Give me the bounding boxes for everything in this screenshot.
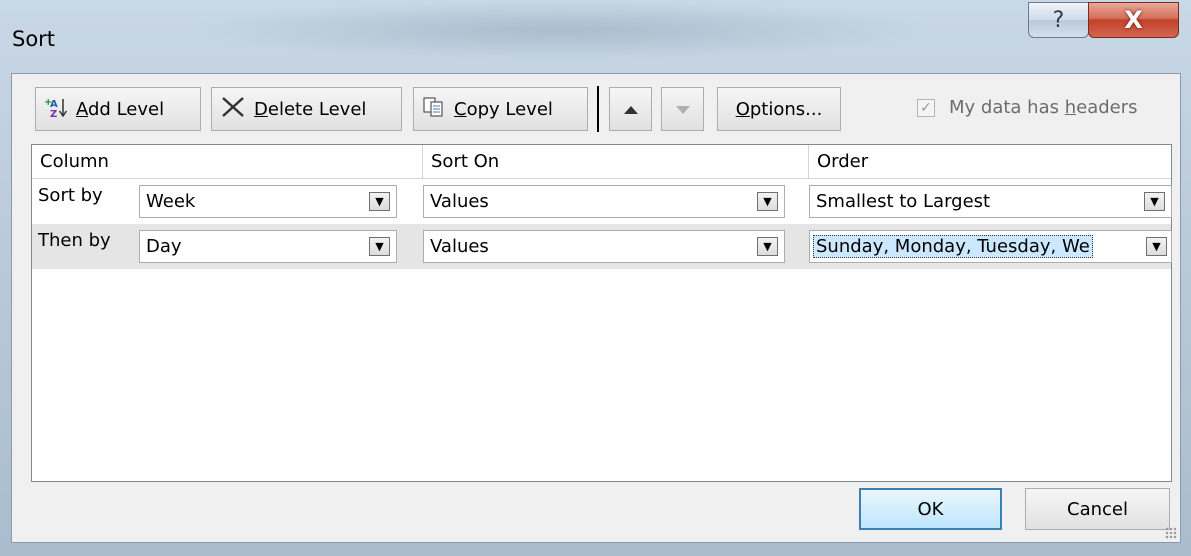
- close-button[interactable]: X: [1088, 2, 1179, 38]
- column-header-sort-on: Sort On: [423, 145, 809, 179]
- sort-on-value: Values: [430, 191, 489, 212]
- svg-text:Z: Z: [50, 109, 57, 118]
- headers-label: My data has headers: [949, 97, 1138, 118]
- triangle-up-icon: [623, 99, 639, 120]
- column-combo[interactable]: Day ▼: [139, 230, 397, 263]
- row-label: Sort by: [38, 185, 103, 206]
- delete-x-icon: [220, 95, 246, 124]
- delete-level-label: Delete Level: [254, 98, 367, 120]
- copy-icon: [422, 96, 446, 123]
- dialog-window: Sort ? X + A Z Add Level Delete Level Co…: [0, 0, 1191, 556]
- add-level-label: Add Level: [76, 98, 165, 120]
- column-header-order: Order: [809, 145, 1171, 179]
- help-button[interactable]: ?: [1028, 2, 1089, 38]
- sort-levels-grid: Column Sort On Order Sort by Week ▼ Valu…: [31, 144, 1172, 482]
- sort-az-icon: + A Z: [44, 96, 68, 123]
- cancel-button[interactable]: Cancel: [1025, 488, 1170, 530]
- dropdown-arrow-icon[interactable]: ▼: [1146, 237, 1167, 256]
- resize-grip-icon[interactable]: [1165, 527, 1177, 539]
- sort-on-combo[interactable]: Values ▼: [423, 230, 785, 263]
- order-value: Sunday, Monday, Tuesday, We: [813, 235, 1093, 258]
- column-value: Day: [146, 236, 182, 257]
- order-combo[interactable]: Sunday, Monday, Tuesday, We ▼: [809, 230, 1172, 263]
- column-value: Week: [146, 191, 196, 212]
- headers-checkbox[interactable]: ✓: [917, 98, 935, 117]
- column-combo[interactable]: Week ▼: [139, 185, 397, 218]
- add-level-button[interactable]: + A Z Add Level: [35, 87, 201, 131]
- help-icon: ?: [1052, 7, 1065, 33]
- dropdown-arrow-icon[interactable]: ▼: [1144, 192, 1165, 211]
- dialog-body: + A Z Add Level Delete Level Copy Level …: [11, 73, 1181, 543]
- dropdown-arrow-icon[interactable]: ▼: [369, 192, 390, 211]
- column-header-column: Column: [32, 145, 423, 179]
- sort-on-value: Values: [430, 236, 489, 257]
- options-button[interactable]: Options...: [717, 87, 841, 131]
- dropdown-arrow-icon[interactable]: ▼: [369, 237, 390, 256]
- order-combo[interactable]: Smallest to Largest ▼: [809, 185, 1172, 218]
- sort-level-row[interactable]: Then by Day ▼ Values ▼ Sunday, Monday, T…: [32, 224, 1172, 269]
- my-data-has-headers[interactable]: ✓ My data has headers: [917, 97, 1138, 118]
- toolbar-separator: [597, 86, 599, 132]
- checkmark-icon: ✓: [920, 99, 932, 116]
- move-down-button[interactable]: [661, 87, 704, 131]
- copy-level-button[interactable]: Copy Level: [413, 87, 588, 131]
- order-value: Smallest to Largest: [816, 191, 991, 212]
- row-label: Then by: [38, 230, 111, 251]
- move-up-button[interactable]: [609, 87, 652, 131]
- copy-level-label: Copy Level: [454, 98, 553, 120]
- dropdown-arrow-icon[interactable]: ▼: [757, 192, 778, 211]
- close-icon: X: [1124, 6, 1143, 34]
- triangle-down-icon: [675, 99, 691, 120]
- delete-level-button[interactable]: Delete Level: [211, 87, 402, 131]
- ok-button[interactable]: OK: [859, 488, 1002, 530]
- sort-on-combo[interactable]: Values ▼: [423, 185, 785, 218]
- options-label: Options...: [735, 98, 823, 120]
- window-title: Sort: [12, 27, 56, 51]
- dropdown-arrow-icon[interactable]: ▼: [757, 237, 778, 256]
- sort-level-row[interactable]: Sort by Week ▼ Values ▼ Smallest to Larg…: [32, 179, 1172, 224]
